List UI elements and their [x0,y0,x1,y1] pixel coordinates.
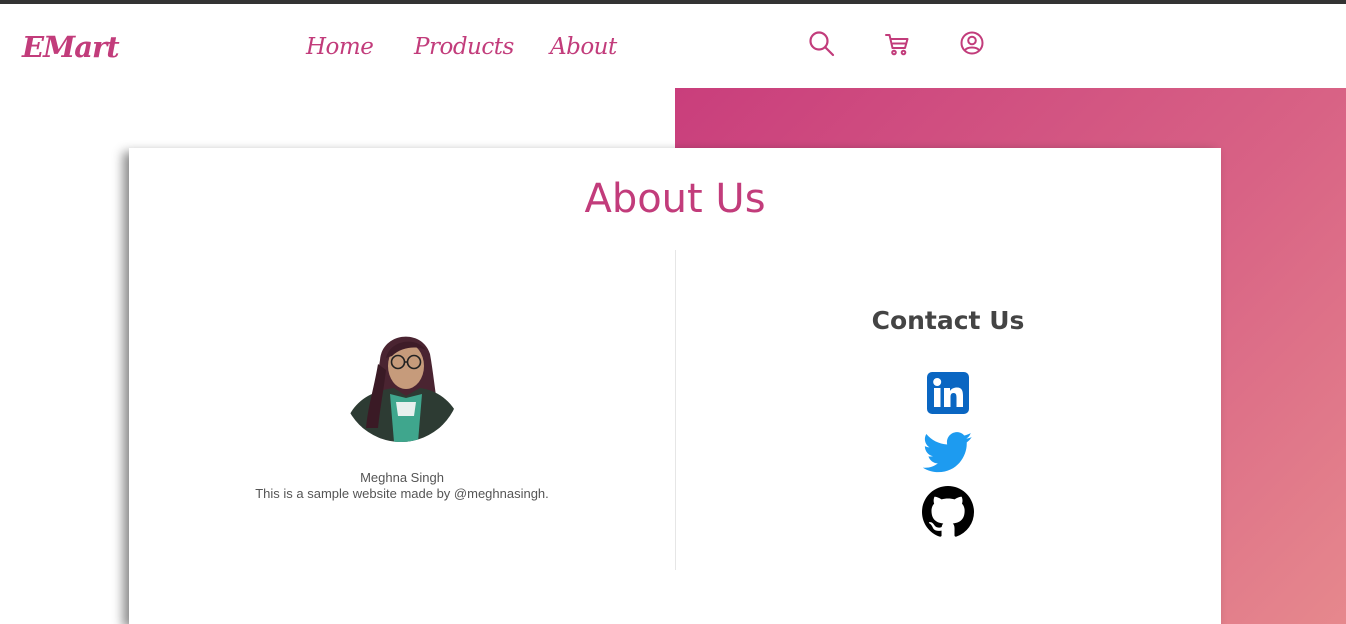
page-title: About Us [584,176,766,222]
navbar: EMart Home Products About [0,4,1346,88]
column-divider [675,250,676,570]
nav-about-link[interactable]: About [550,34,617,60]
search-icon[interactable] [808,30,836,58]
user-icon[interactable] [958,30,986,58]
person-name: Meghna Singh [360,470,444,485]
linkedin-icon[interactable] [927,372,969,414]
nav-home-link[interactable]: Home [306,34,374,60]
about-card: About Us Meghna Singh This is a sample w… [129,148,1221,624]
cart-icon[interactable] [883,30,911,58]
contact-title: Contact Us [871,306,1025,335]
twitter-icon[interactable] [922,432,973,474]
github-icon[interactable] [922,486,974,538]
nav-products-link[interactable]: Products [414,34,514,60]
brand-logo[interactable]: EMart [22,30,120,64]
person-description: This is a sample website made by @meghna… [255,486,549,501]
avatar [342,324,460,442]
